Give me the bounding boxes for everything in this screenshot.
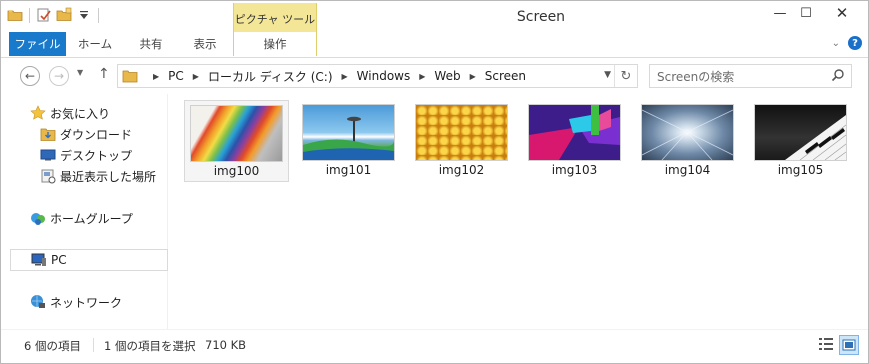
file-name: img101 (325, 163, 372, 177)
file-name: img105 (777, 163, 824, 177)
tab-view[interactable]: 表示 (179, 32, 231, 56)
ribbon-tabs: ファイル ホーム 共有 表示 操作 ⌄ ? (1, 32, 868, 58)
nav-label: PC (51, 253, 67, 267)
crumb-pc[interactable]: PC (168, 69, 184, 83)
file-item[interactable]: img103 (523, 100, 626, 180)
nav-item-pc[interactable]: PC (10, 249, 168, 271)
search-input[interactable]: Screenの検索 (657, 68, 734, 85)
nav-item-favorites[interactable]: お気に入り (30, 103, 110, 123)
minimize-button[interactable]: — (767, 2, 793, 24)
new-folder-icon[interactable] (56, 7, 72, 23)
nav-label: デスクトップ (60, 148, 133, 163)
nav-label: お気に入り (50, 106, 111, 121)
file-item[interactable]: img100 (184, 100, 289, 182)
crumb-windows[interactable]: Windows (357, 69, 411, 83)
address-bar[interactable]: ▶ PC ▶ ローカル ディスク (C:) ▶ Windows ▶ Web ▶ … (117, 64, 638, 88)
ribbon-right-controls: ⌄ ? (832, 36, 862, 50)
title-bar: ピクチャ ツール Screen — ☐ ✕ (1, 1, 868, 32)
breadcrumb-arrow-icon[interactable]: ▶ (419, 72, 425, 81)
address-dropdown-icon[interactable]: ▼ (604, 70, 611, 80)
tab-manage[interactable]: 操作 (233, 32, 317, 56)
customize-dropdown-icon[interactable] (76, 7, 92, 23)
refresh-button[interactable]: ↻ (614, 65, 637, 87)
breadcrumb-arrow-icon[interactable]: ▶ (153, 72, 159, 81)
address-row: ← → ▼ ↑ ▶ PC ▶ ローカル ディスク (C:) ▶ Windows … (1, 58, 868, 94)
thumbnail-image (415, 104, 508, 161)
homegroup-icon (31, 213, 45, 225)
picture-tools-label: ピクチャ ツール (234, 13, 316, 26)
desktop-icon (40, 149, 56, 161)
file-item[interactable]: img101 (297, 100, 400, 180)
forward-button[interactable]: → (49, 66, 69, 86)
up-button[interactable]: ↑ (98, 66, 110, 82)
details-view-icon (819, 338, 833, 350)
search-icon[interactable] (831, 68, 845, 82)
crumb-screen[interactable]: Screen (485, 69, 526, 83)
nav-item-downloads[interactable]: ダウンロード (40, 124, 132, 144)
abstract-shapes (529, 105, 620, 160)
file-list: img100 img101 img102 img103 img104 img10… (168, 94, 868, 329)
tab-home[interactable]: ホーム (69, 32, 121, 56)
large-icons-view-button[interactable] (839, 335, 859, 355)
back-button[interactable]: ← (20, 66, 40, 86)
picture-tools-group: ピクチャ ツール (233, 3, 317, 32)
recent-places-icon (41, 169, 56, 184)
breadcrumb: ▶ PC ▶ ローカル ディスク (C:) ▶ Windows ▶ Web ▶ … (144, 68, 526, 85)
file-name: img104 (664, 163, 711, 177)
file-name: img100 (213, 164, 260, 178)
recent-locations-icon[interactable]: ▼ (77, 68, 83, 77)
close-button[interactable]: ✕ (819, 2, 865, 24)
maximize-button[interactable]: ☐ (793, 2, 819, 24)
item-count: 6 個の項目 (24, 339, 81, 353)
breadcrumb-arrow-icon[interactable]: ▶ (193, 72, 199, 81)
nav-label: ダウンロード (60, 127, 133, 142)
large-icons-view-icon (842, 339, 856, 351)
folder-icon (122, 70, 138, 83)
thumbnail-image (641, 104, 734, 161)
tab-file[interactable]: ファイル (9, 32, 66, 56)
selection-count: 1 個の項目を選択 (104, 339, 196, 353)
file-name: img103 (551, 163, 598, 177)
folder-icon[interactable] (7, 7, 23, 23)
file-name: img102 (438, 163, 485, 177)
thumbnail-image (754, 104, 847, 161)
expand-ribbon-icon[interactable]: ⌄ (832, 38, 840, 49)
thumbnail-image (528, 104, 621, 161)
navigation-pane: お気に入り ダウンロード デスクトップ 最近表示した場所 ホームグループ PC … (1, 94, 168, 329)
status-divider (93, 338, 94, 352)
crumb-web[interactable]: Web (434, 69, 460, 83)
help-icon[interactable]: ? (848, 36, 862, 50)
tab-share[interactable]: 共有 (125, 32, 177, 56)
nav-label: ホームグループ (50, 211, 133, 226)
network-icon (31, 295, 45, 308)
file-item[interactable]: img104 (636, 100, 739, 180)
piano-keys (785, 115, 846, 160)
quick-access-toolbar (7, 7, 101, 23)
nav-item-network[interactable]: ネットワーク (30, 292, 122, 312)
file-item[interactable]: img105 (749, 100, 852, 180)
status-bar: 6 個の項目 1 個の項目を選択 710 KB (1, 329, 868, 363)
file-item[interactable]: img102 (410, 100, 513, 180)
properties-icon[interactable] (36, 7, 52, 23)
nav-item-desktop[interactable]: デスクトップ (40, 145, 132, 165)
pc-icon (31, 253, 46, 266)
breadcrumb-arrow-icon[interactable]: ▶ (342, 72, 348, 81)
nav-item-homegroup[interactable]: ホームグループ (30, 208, 133, 228)
nav-label: ネットワーク (50, 295, 123, 310)
explorer-window: ピクチャ ツール Screen — ☐ ✕ ファイル ホーム 共有 表示 操作 … (0, 0, 869, 364)
thumbnail-image (190, 105, 283, 162)
search-box[interactable]: Screenの検索 (649, 64, 852, 88)
thumbnail-image (302, 104, 395, 161)
star-icon (30, 105, 46, 120)
downloads-folder-icon (40, 128, 56, 141)
breadcrumb-arrow-icon[interactable]: ▶ (470, 72, 476, 81)
space-needle-shape (303, 116, 394, 160)
tunnel-lines (642, 109, 733, 160)
window-title: Screen (516, 9, 566, 25)
details-view-button[interactable] (817, 335, 835, 353)
selection-size: 710 KB (205, 338, 247, 352)
crumb-local-disk[interactable]: ローカル ディスク (C:) (208, 68, 333, 85)
nav-item-recent[interactable]: 最近表示した場所 (40, 166, 156, 186)
nav-label: 最近表示した場所 (60, 169, 157, 184)
